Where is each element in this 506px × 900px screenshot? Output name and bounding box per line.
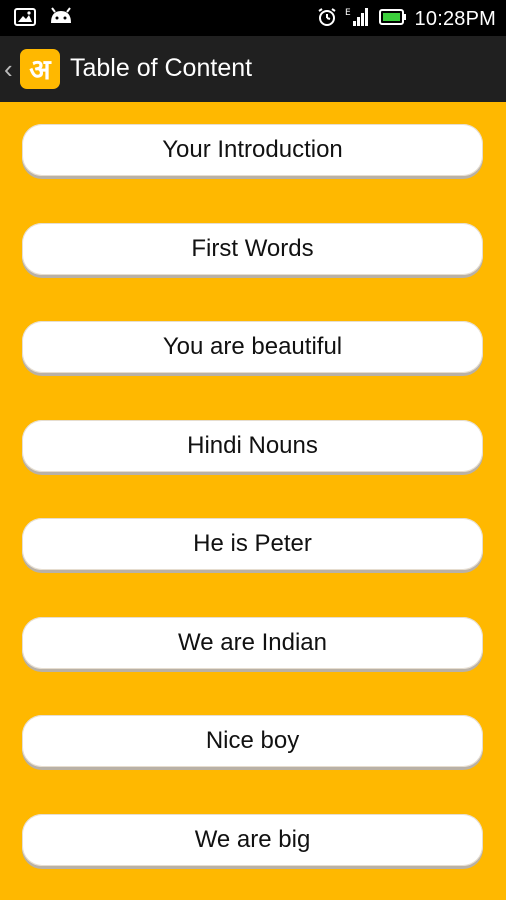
alarm-icon xyxy=(317,7,337,32)
battery-icon xyxy=(378,8,407,31)
image-notification-icon xyxy=(14,7,36,32)
status-bar: E 10:28PM xyxy=(0,0,506,36)
android-notification-icon xyxy=(48,7,74,32)
list-item-we-are-big[interactable]: We are big xyxy=(22,814,483,866)
clock-time: 10:28PM xyxy=(414,8,496,30)
app-logo[interactable]: अ xyxy=(20,49,60,89)
list-item-hindi-nouns[interactable]: Hindi Nouns xyxy=(22,420,483,472)
system-icons: E 10:28PM xyxy=(317,6,496,33)
list-item-nice-boy[interactable]: Nice boy xyxy=(22,715,483,767)
svg-text:E: E xyxy=(345,8,351,18)
list-item-you-are-beautiful[interactable]: You are beautiful xyxy=(22,321,483,373)
list-item-your-introduction[interactable]: Your Introduction xyxy=(22,124,483,176)
app-bar: ‹ अ Table of Content xyxy=(0,36,506,102)
list-item-first-words[interactable]: First Words xyxy=(22,223,483,275)
back-chevron-icon[interactable]: ‹ xyxy=(4,54,18,84)
list-item-he-is-peter[interactable]: He is Peter xyxy=(22,518,483,570)
signal-icon: E xyxy=(345,6,371,33)
page-title: Table of Content xyxy=(70,54,253,82)
list-item-we-are-indian[interactable]: We are Indian xyxy=(22,617,483,669)
notification-icons xyxy=(14,7,74,32)
